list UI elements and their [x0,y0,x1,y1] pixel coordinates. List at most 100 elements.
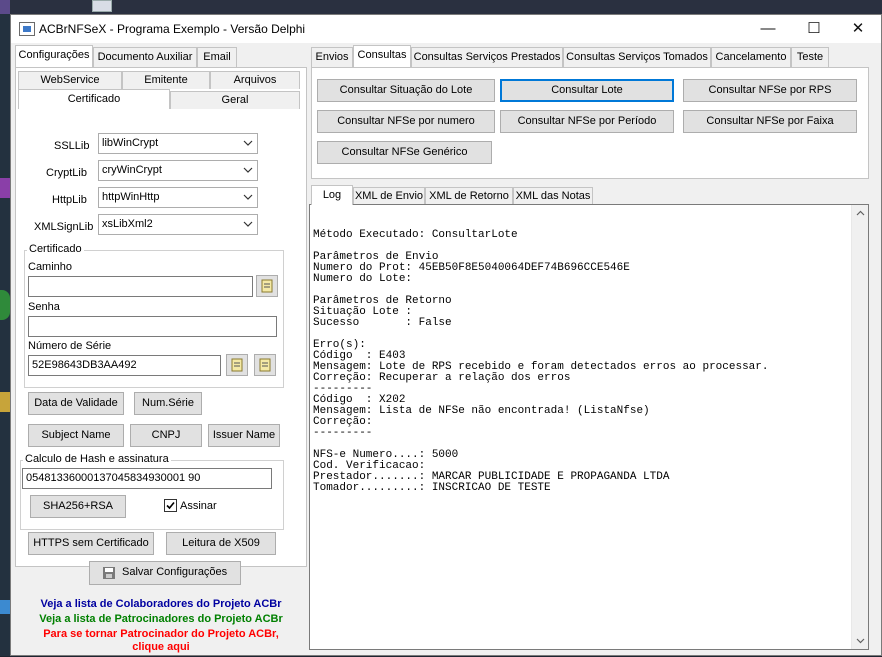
caminho-input[interactable] [28,276,253,297]
app-window: ACBrNFSeX - Programa Exemplo - Versão De… [10,14,882,656]
cryptlib-label: CryptLib [46,167,87,179]
tab-consultas-tomados[interactable]: Consultas Serviços Tomados [563,47,711,67]
subtab-arquivos[interactable]: Arquivos [210,71,300,89]
hash-input[interactable]: 05481336000137045834930001 90 [22,468,272,489]
httplib-select[interactable]: httpWinHttp [98,187,258,208]
sha256-rsa-button[interactable]: SHA256+RSA [30,495,126,518]
clique-aqui-link[interactable]: clique aqui [11,641,311,653]
httplib-label: HttpLib [52,194,87,206]
log-line: --------- [313,427,373,439]
chevron-up-icon[interactable] [856,209,865,218]
select-certificate-button[interactable] [226,354,248,376]
left-tabs: Configurações Documento Auxiliar Email [15,45,309,67]
consultas-panel: Consultar Situação do Lote Consultar Lot… [311,67,869,179]
config-panel: WebService Emitente Arquivos Certificado… [15,67,307,567]
tab-consultas[interactable]: Consultas [353,45,411,67]
chevron-down-icon [243,167,253,173]
colaboradores-link[interactable]: Veja a lista de Colaboradores do Projeto… [11,598,311,610]
salvar-configuracoes-button[interactable]: Salvar Configurações [89,561,241,585]
certificado-group-title: Certificado [27,243,84,255]
document-icon [231,358,243,372]
log-line: Método Executado: ConsultarLote [313,229,518,241]
ssllib-select[interactable]: libWinCrypt [98,133,258,154]
close-button[interactable]: ✕ [835,15,881,43]
cryptlib-select[interactable]: cryWinCrypt [98,160,258,181]
right-panel: Envios Consultas Consultas Serviços Pres… [309,43,881,657]
consultar-situacao-lote-button[interactable]: Consultar Situação do Lote [317,79,495,102]
tab-envios[interactable]: Envios [311,47,353,67]
consultar-nfse-rps-button[interactable]: Consultar NFSe por RPS [683,79,857,102]
ssllib-label: SSLLib [54,140,90,152]
log-line: Tomador.........: INSCRICAO DE TESTE [313,482,551,494]
tab-teste[interactable]: Teste [791,47,829,67]
subtab-certificado[interactable]: Certificado [18,89,170,109]
patrocinadores-link[interactable]: Veja a lista de Patrocinadores do Projet… [11,613,311,625]
subtab-geral[interactable]: Geral [170,91,300,109]
document-icon [261,279,273,293]
senha-label: Senha [28,301,60,313]
senha-input[interactable] [28,316,277,337]
issuer-name-button[interactable]: Issuer Name [208,424,280,447]
subject-name-button[interactable]: Subject Name [28,424,124,447]
tab-xml-notas[interactable]: XML das Notas [513,187,593,205]
cryptlib-value: cryWinCrypt [102,164,162,176]
desktop-icon [0,290,10,320]
log-scrollbar[interactable] [851,205,868,649]
desktop-icon [0,0,10,14]
log-line: Correção: Recuperar a relação dos erros [313,372,571,384]
tab-email[interactable]: Email [197,47,237,67]
log-line: Correção: [313,416,373,428]
chevron-down-icon [243,140,253,146]
check-icon [166,501,175,510]
tornar-patrocinador-link[interactable]: Para se tornar Patrocinador do Projeto A… [11,628,311,640]
consultar-nfse-faixa-button[interactable]: Consultar NFSe por Faixa [683,110,857,133]
window-title: ACBrNFSeX - Programa Exemplo - Versão De… [39,22,306,36]
cnpj-button[interactable]: CNPJ [130,424,202,447]
hash-group-title: Calculo de Hash e assinatura [23,453,171,465]
browse-caminho-button[interactable] [256,275,278,297]
desktop-strip [0,0,10,656]
serie-input[interactable]: 52E98643DB3AA492 [28,355,221,376]
data-validade-button[interactable]: Data de Validade [28,392,124,415]
desktop-icon [0,600,10,614]
save-icon [103,567,115,579]
desktop-icon [0,392,10,412]
tab-xml-envio[interactable]: XML de Envio [353,187,425,205]
leitura-x509-button[interactable]: Leitura de X509 [166,532,276,555]
chevron-down-icon[interactable] [856,636,865,645]
caminho-label: Caminho [28,261,73,273]
desktop-icon [92,0,112,12]
consultar-nfse-periodo-button[interactable]: Consultar NFSe por Período [500,110,674,133]
log-memo[interactable]: Método Executado: ConsultarLote Parâmetr… [309,204,869,650]
maximize-button[interactable]: ☐ [791,15,837,43]
salvar-label: Salvar Configurações [122,566,228,578]
tab-documento-auxiliar[interactable]: Documento Auxiliar [93,47,197,67]
minimize-button[interactable]: — [745,15,791,43]
consultar-nfse-numero-button[interactable]: Consultar NFSe por numero [317,110,495,133]
tab-configuracoes[interactable]: Configurações [15,45,93,67]
chevron-down-icon [243,221,253,227]
https-sem-certificado-button[interactable]: HTTPS sem Certificado [28,532,154,555]
lookup-certificate-button[interactable] [254,354,276,376]
xmlsignlib-select[interactable]: xsLibXml2 [98,214,258,235]
tab-cancelamento[interactable]: Cancelamento [711,47,791,67]
log-line: Numero do Lote: [313,273,413,285]
tab-xml-retorno[interactable]: XML de Retorno [425,187,513,205]
num-serie-button[interactable]: Num.Série [134,392,202,415]
xmlsignlib-value: xsLibXml2 [102,218,153,230]
consultar-lote-button[interactable]: Consultar Lote [500,79,674,102]
assinar-checkbox[interactable] [164,499,177,512]
subtab-emitente[interactable]: Emitente [122,71,210,89]
ssllib-value: libWinCrypt [102,137,159,149]
tab-consultas-prestados[interactable]: Consultas Serviços Prestados [411,47,563,67]
chevron-down-icon [243,194,253,200]
title-bar: ACBrNFSeX - Programa Exemplo - Versão De… [11,15,881,43]
tab-log[interactable]: Log [311,185,353,205]
desktop-background [10,0,882,14]
consultar-nfse-generico-button[interactable]: Consultar NFSe Genérico [317,141,492,164]
subtab-webservice[interactable]: WebService [18,71,122,89]
log-line: Mensagem: Lista de NFSe não encontrada! … [313,405,650,417]
xmlsignlib-label: XMLSignLib [34,221,94,233]
left-panel: Configurações Documento Auxiliar Email W… [11,43,311,657]
